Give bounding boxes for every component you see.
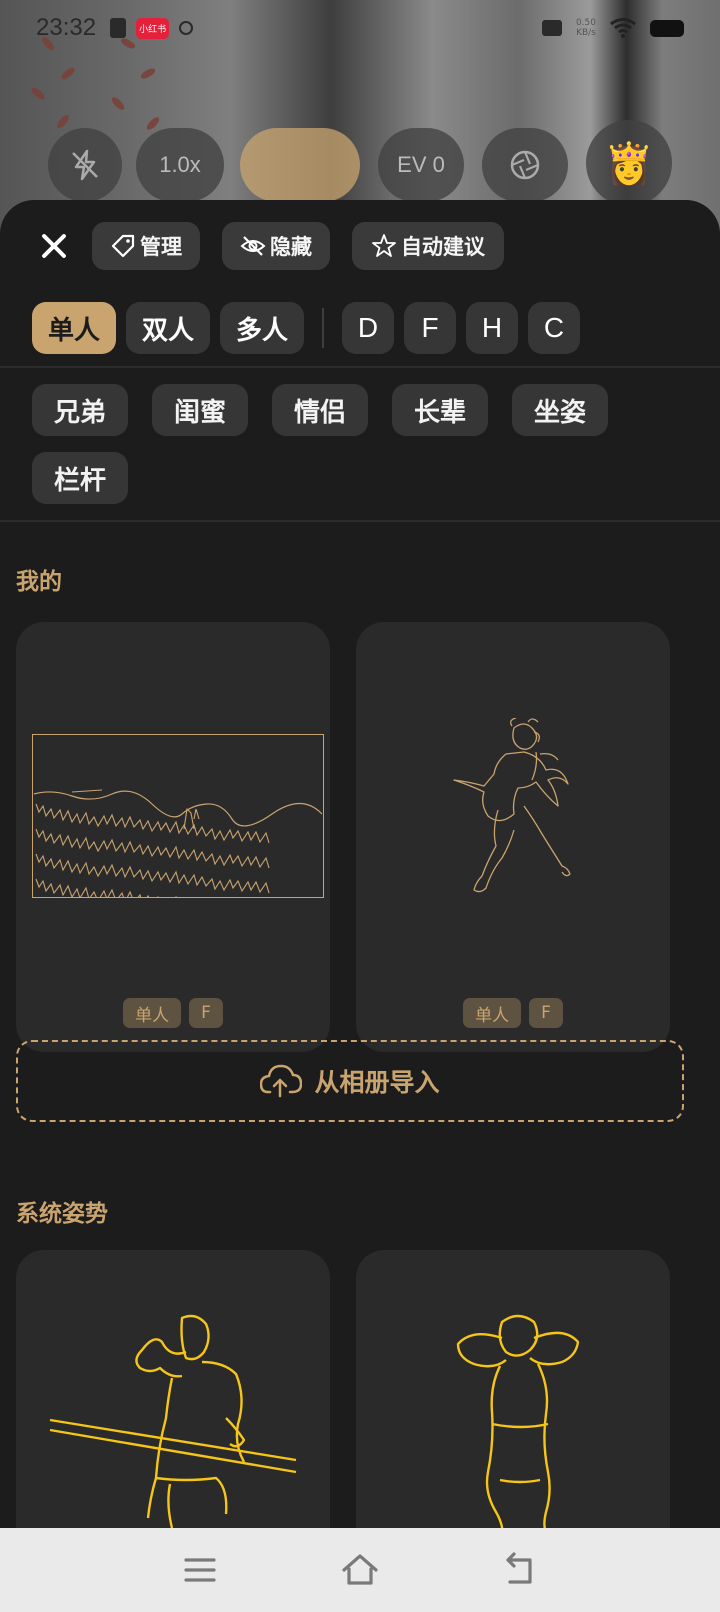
aperture-icon [510,150,540,180]
tab-letter-f[interactable]: F [404,302,456,354]
flash-off-icon [72,149,98,181]
system-section-title: 系统姿势 [16,1201,108,1227]
network-speed: 0.50 KB/s [575,18,596,38]
wifi-icon [610,18,636,38]
divider [0,520,720,522]
tab-single[interactable]: 单人 [32,302,116,354]
subcategory-railing[interactable]: 栏杆 [32,452,128,504]
sim-icon [110,18,127,38]
card-tags: 单人 F [16,998,330,1028]
cloud-upload-icon [260,1064,303,1098]
sync-icon [179,21,194,35]
auto-suggest-label: 自动建议 [401,235,485,259]
category-tabs: 单人 双人 多人 D F H C [0,302,720,354]
tag-icon [111,234,135,258]
landscape-outline-thumbnail [32,734,324,898]
app-notification-badge: 小红书 [136,17,170,39]
tag-label: 单人 [123,998,182,1028]
menu-icon[interactable] [180,1550,220,1590]
princess-avatar-icon: 👸 [604,141,654,186]
my-section-title: 我的 [16,569,62,595]
subcategory-girlfriends[interactable]: 闺蜜 [152,384,248,436]
back-icon[interactable] [500,1550,540,1590]
tab-letter-c[interactable]: C [528,302,580,354]
panel-toolbar: 管理 隐藏 自动建议 [0,222,720,270]
subcategory-brothers[interactable]: 兄弟 [32,384,128,436]
import-from-album-button[interactable]: 从相册导入 [16,1040,684,1122]
tab-divider [322,308,324,348]
status-time: 23:32 [36,14,97,41]
card-tags: 单人 F [356,998,670,1028]
system-nav-bar [0,1528,720,1612]
subcategory-elders[interactable]: 长辈 [392,384,488,436]
manage-button[interactable]: 管理 [92,222,200,270]
hide-button[interactable]: 隐藏 [222,222,330,270]
system-pose-card[interactable] [16,1250,330,1528]
tag-label: F [529,998,563,1028]
tag-label: 单人 [463,998,522,1028]
eye-off-icon [240,236,266,256]
import-label: 从相册导入 [314,1068,440,1097]
close-icon[interactable] [36,226,72,266]
pose-panel: 管理 隐藏 自动建议 单人 双人 多人 D F H C 兄弟 闺蜜 情侣 长辈 … [0,200,720,1528]
divider [0,366,720,368]
tab-letter-h[interactable]: H [466,302,518,354]
tab-group[interactable]: 多人 [220,302,304,354]
my-pose-card[interactable]: 单人 F [356,622,670,1052]
pose-outline-thumbnail [453,718,571,893]
mode-button[interactable] [240,128,360,202]
tag-label: F [189,998,223,1028]
status-bar: 23:32 小红书 0.50 KB/s [0,0,720,56]
battery-icon [650,19,684,37]
exposure-button[interactable]: EV 0 [378,128,464,202]
subcategory-sitting[interactable]: 坐姿 [512,384,608,436]
aperture-button[interactable] [482,128,568,202]
tab-letter-d[interactable]: D [342,302,394,354]
auto-suggest-button[interactable]: 自动建议 [352,222,504,270]
standing-pose-outline [456,1314,580,1528]
subcategory-couples[interactable]: 情侣 [272,384,368,436]
home-icon[interactable] [340,1550,380,1590]
avatar-button[interactable]: 👸 [586,120,672,206]
railing-pose-outline [49,1314,297,1528]
camera-active-icon [541,20,562,36]
system-pose-card[interactable] [356,1250,670,1528]
flash-off-button[interactable] [48,128,122,202]
manage-label: 管理 [140,235,182,259]
zoom-button[interactable]: 1.0x [136,128,224,202]
star-icon [372,234,396,257]
tab-double[interactable]: 双人 [126,302,210,354]
hide-label: 隐藏 [270,235,312,259]
my-pose-card[interactable]: 单人 F [16,622,330,1052]
